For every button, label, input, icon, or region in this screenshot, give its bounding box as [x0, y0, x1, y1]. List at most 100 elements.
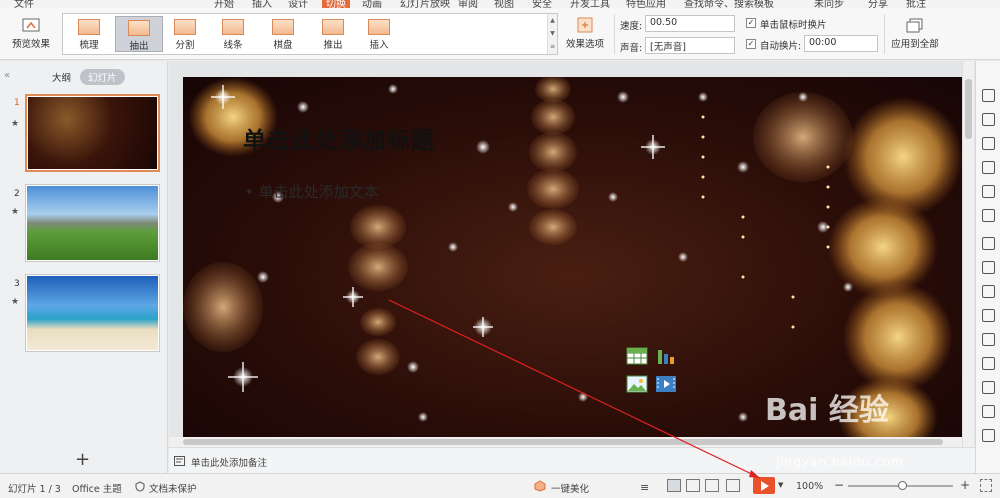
slide-animation-star-icon: ★ — [11, 119, 20, 129]
transition-lines[interactable]: 线条 — [209, 16, 257, 52]
click-advance-label: 单击鼠标时换片 — [760, 20, 827, 31]
menu-comment[interactable]: 批注 — [906, 0, 926, 8]
theme-name[interactable]: Office 主题 — [72, 481, 122, 495]
transition-split[interactable]: 分割 — [161, 16, 209, 52]
speed-input[interactable]: 00.50 — [645, 15, 735, 32]
panel-tabs: 大纲 幻灯片 — [0, 69, 168, 85]
right-toolbar — [975, 61, 1000, 473]
menu-sync[interactable]: 未同步 — [814, 0, 844, 8]
ai-icon[interactable] — [982, 357, 995, 370]
slide-animation-star-icon: ★ — [11, 207, 20, 217]
chart-bar-icon[interactable] — [982, 237, 995, 250]
help-icon[interactable] — [982, 405, 995, 418]
auto-advance-checkbox[interactable]: ✓ — [746, 39, 756, 49]
menu-review[interactable]: 审阅 — [458, 0, 478, 8]
color-icon[interactable] — [982, 333, 995, 346]
settings-sliders-icon[interactable] — [982, 261, 995, 274]
transition-checkerboard[interactable]: 棋盘 — [259, 16, 307, 52]
copy-icon[interactable] — [982, 113, 995, 126]
animation-icon[interactable] — [982, 161, 995, 174]
menu-transition[interactable]: 切换 — [322, 0, 350, 8]
tab-outline[interactable]: 大纲 — [44, 69, 79, 85]
play-options-chevron-icon[interactable]: ▼ — [778, 481, 783, 489]
menu-view[interactable]: 视图 — [494, 0, 514, 8]
preview-effect-button[interactable]: 预览效果 — [6, 18, 56, 50]
preview-effect-label: 预览效果 — [11, 39, 50, 50]
slide-number: 3 — [14, 279, 20, 289]
zoom-level[interactable]: 100% — [796, 481, 823, 492]
transition-label: 梳理 — [79, 40, 99, 51]
insert-icon — [368, 19, 390, 35]
protection-status[interactable]: 文档未保护 — [149, 481, 197, 495]
insert-table-icon[interactable] — [626, 347, 648, 365]
transition-push[interactable]: 推出 — [309, 16, 357, 52]
transition-pull[interactable]: 抽出 — [115, 16, 163, 52]
slide-sorter-button[interactable] — [686, 479, 700, 492]
play-slideshow-button[interactable] — [753, 477, 775, 494]
slide-thumb-2[interactable] — [25, 184, 160, 262]
auto-advance-input[interactable]: 00:00 — [804, 35, 878, 52]
layout-icon[interactable] — [982, 185, 995, 198]
slide-thumb-1[interactable] — [25, 94, 160, 172]
slide-canvas[interactable]: 单击此处添加标题 • 单击此处添加文本 — [183, 77, 963, 437]
sound-select[interactable]: [无声音] — [645, 37, 735, 54]
menu-share[interactable]: 分享 — [868, 0, 888, 8]
vertical-scroll-thumb[interactable] — [965, 79, 972, 139]
menu-search[interactable]: 查找命令、搜索模板 — [684, 0, 774, 8]
slide-thumb-image — [27, 276, 158, 350]
status-bar: 幻灯片 1 / 3 Office 主题 文档未保护 一键美化 ≡ ▼ 100% … — [0, 473, 1000, 498]
slide-counter: 幻灯片 1 / 3 — [8, 484, 61, 495]
arrange-icon[interactable] — [982, 209, 995, 222]
click-advance-checkbox[interactable]: ✓ — [746, 18, 756, 28]
apply-all-button[interactable]: 应用到全部 — [888, 18, 942, 50]
slide-animation-star-icon: ★ — [11, 297, 20, 307]
insert-chart-icon[interactable] — [655, 347, 677, 365]
watermark-url: jingyan.baidu.com — [776, 455, 904, 469]
reading-view-button[interactable] — [705, 479, 719, 492]
menu-security[interactable]: 安全 — [532, 0, 552, 8]
menu-features[interactable]: 特色应用 — [626, 0, 666, 8]
slide-title-placeholder[interactable]: 单击此处添加标题 — [243, 121, 435, 155]
notes-icon — [174, 456, 185, 466]
pin-icon[interactable] — [982, 89, 995, 102]
menu-file[interactable]: 文件 — [14, 0, 34, 8]
normal-view-button[interactable] — [667, 479, 681, 492]
insert-video-icon[interactable] — [655, 375, 677, 393]
shape-icon[interactable] — [982, 137, 995, 150]
gallery-scroll[interactable]: ▲ ▼ ≡ — [547, 14, 557, 54]
translate-icon[interactable] — [982, 381, 995, 394]
menu-slideshow[interactable]: 幻灯片放映 — [400, 0, 450, 8]
slide-body-placeholder[interactable]: • 单击此处添加文本 — [245, 181, 379, 202]
horizontal-scroll-thumb[interactable] — [183, 439, 943, 445]
apply-all-icon — [906, 18, 923, 33]
zoom-out-button[interactable]: − — [834, 478, 844, 492]
zoom-slider-knob[interactable] — [898, 481, 907, 490]
menu-animation[interactable]: 动画 — [362, 0, 382, 8]
more-icon[interactable] — [982, 429, 995, 442]
insert-picture-icon[interactable] — [626, 375, 648, 393]
menu-home[interactable]: 开始 — [214, 0, 234, 8]
zoom-in-button[interactable]: + — [960, 478, 970, 492]
presenter-view-button[interactable] — [726, 479, 740, 492]
ribbon-separator — [884, 14, 885, 54]
menu-design[interactable]: 设计 — [288, 0, 308, 8]
menu-insert[interactable]: 插入 — [252, 0, 272, 8]
ribbon: 预览效果 梳理 抽出 分割 线条 棋盘 推出 插入 ▲ ▼ ≡ 效果选项 速度: 0… — [0, 8, 1000, 60]
speed-label: 速度: — [620, 21, 643, 32]
effect-options-button[interactable]: 效果选项 — [560, 16, 610, 50]
transition-insert[interactable]: 插入 — [355, 16, 403, 52]
push-icon — [322, 19, 344, 35]
transition-comb[interactable]: 梳理 — [65, 16, 113, 52]
fit-window-button[interactable] — [980, 479, 992, 492]
preview-icon — [22, 18, 40, 32]
notes-toggle-icon[interactable]: ≡ — [640, 481, 649, 494]
slide-thumb-3[interactable] — [25, 274, 160, 352]
pen-icon[interactable] — [982, 309, 995, 322]
tab-slides[interactable]: 幻灯片 — [80, 69, 125, 85]
add-slide-button[interactable]: + — [75, 449, 90, 470]
vertical-scrollbar[interactable] — [962, 61, 974, 447]
one-click-beautify-button[interactable]: 一键美化 — [551, 481, 589, 495]
menu-developer[interactable]: 开发工具 — [570, 0, 610, 8]
document-icon[interactable] — [982, 285, 995, 298]
horizontal-scrollbar[interactable] — [169, 437, 962, 447]
